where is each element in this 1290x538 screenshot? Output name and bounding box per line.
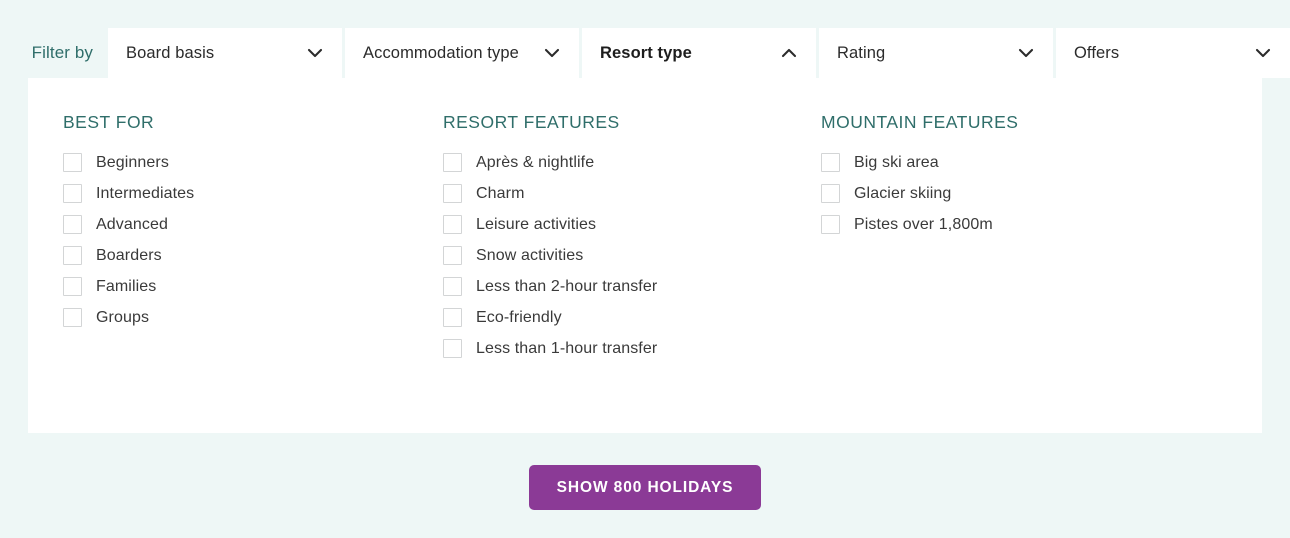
tab-offers[interactable]: Offers xyxy=(1056,28,1290,78)
option-apres-nightlife[interactable]: Après & nightlife xyxy=(443,147,786,178)
checkbox-leisure-activities[interactable] xyxy=(443,215,462,234)
tab-rating[interactable]: Rating xyxy=(819,28,1053,78)
checkbox-glacier-skiing[interactable] xyxy=(821,184,840,203)
option-list-best-for: Beginners Intermediates Advanced Boarder… xyxy=(63,147,408,333)
cta-container: SHOW 800 HOLIDAYS xyxy=(0,465,1290,510)
show-holidays-button[interactable]: SHOW 800 HOLIDAYS xyxy=(529,465,761,510)
option-snow-activities-label: Snow activities xyxy=(476,246,584,264)
option-less-than-1-hour-transfer[interactable]: Less than 1-hour transfer xyxy=(443,333,786,364)
checkbox-boarders[interactable] xyxy=(63,246,82,265)
tab-board-basis-label: Board basis xyxy=(126,43,215,62)
column-heading-resort-features: RESORT FEATURES xyxy=(443,112,620,132)
column-heading-best-for: BEST FOR xyxy=(63,112,155,132)
option-less-than-2-hour-transfer-label: Less than 2-hour transfer xyxy=(476,277,658,295)
checkbox-apres-nightlife[interactable] xyxy=(443,153,462,172)
option-big-ski-area-label: Big ski area xyxy=(854,153,939,171)
checkbox-beginners[interactable] xyxy=(63,153,82,172)
option-charm-label: Charm xyxy=(476,184,525,202)
checkbox-charm[interactable] xyxy=(443,184,462,203)
option-less-than-2-hour-transfer[interactable]: Less than 2-hour transfer xyxy=(443,271,786,302)
option-apres-nightlife-label: Après & nightlife xyxy=(476,153,595,171)
option-glacier-skiing-label: Glacier skiing xyxy=(854,184,952,202)
option-families-label: Families xyxy=(96,277,157,295)
checkbox-groups[interactable] xyxy=(63,308,82,327)
option-families[interactable]: Families xyxy=(63,271,408,302)
column-heading-mountain-features: MOUNTAIN FEATURES xyxy=(821,112,1019,132)
tab-offers-label: Offers xyxy=(1074,43,1120,62)
option-advanced[interactable]: Advanced xyxy=(63,209,408,240)
option-pistes-over-1800m[interactable]: Pistes over 1,800m xyxy=(821,209,1186,240)
chevron-down-icon xyxy=(1253,43,1273,63)
filter-page: Filter by Board basis Accommodation type… xyxy=(0,0,1290,538)
checkbox-less-than-1-hour-transfer[interactable] xyxy=(443,339,462,358)
tab-resort-type-label: Resort type xyxy=(600,43,692,62)
option-boarders-label: Boarders xyxy=(96,246,162,264)
tab-accommodation-type-label: Accommodation type xyxy=(363,43,519,62)
option-beginners[interactable]: Beginners xyxy=(63,147,408,178)
option-list-mountain-features: Big ski area Glacier skiing Pistes over … xyxy=(821,147,1186,240)
tab-rating-label: Rating xyxy=(837,43,886,62)
checkbox-pistes-over-1800m[interactable] xyxy=(821,215,840,234)
filter-columns: BEST FOR Beginners Intermediates Advance… xyxy=(28,112,1262,364)
option-eco-friendly-label: Eco-friendly xyxy=(476,308,562,326)
option-charm[interactable]: Charm xyxy=(443,178,786,209)
option-intermediates-label: Intermediates xyxy=(96,184,195,202)
filter-column-resort-features: RESORT FEATURES Après & nightlife Charm … xyxy=(408,112,786,364)
checkbox-eco-friendly[interactable] xyxy=(443,308,462,327)
chevron-up-icon xyxy=(779,43,799,63)
option-glacier-skiing[interactable]: Glacier skiing xyxy=(821,178,1186,209)
filter-by-label: Filter by xyxy=(31,43,93,62)
checkbox-intermediates[interactable] xyxy=(63,184,82,203)
option-less-than-1-hour-transfer-label: Less than 1-hour transfer xyxy=(476,339,658,357)
filter-column-mountain-features: MOUNTAIN FEATURES Big ski area Glacier s… xyxy=(786,112,1186,240)
checkbox-snow-activities[interactable] xyxy=(443,246,462,265)
option-groups-label: Groups xyxy=(96,308,150,326)
option-advanced-label: Advanced xyxy=(96,215,168,233)
option-snow-activities[interactable]: Snow activities xyxy=(443,240,786,271)
option-pistes-over-1800m-label: Pistes over 1,800m xyxy=(854,215,993,233)
option-list-resort-features: Après & nightlife Charm Leisure activiti… xyxy=(443,147,786,364)
tab-accommodation-type[interactable]: Accommodation type xyxy=(345,28,579,78)
option-leisure-activities[interactable]: Leisure activities xyxy=(443,209,786,240)
option-big-ski-area[interactable]: Big ski area xyxy=(821,147,1186,178)
chevron-down-icon xyxy=(542,43,562,63)
filter-tabs: Board basis Accommodation type Resort ty… xyxy=(108,28,1290,78)
checkbox-advanced[interactable] xyxy=(63,215,82,234)
filter-bar: Filter by Board basis Accommodation type… xyxy=(0,28,1290,78)
checkbox-big-ski-area[interactable] xyxy=(821,153,840,172)
checkbox-families[interactable] xyxy=(63,277,82,296)
filter-column-best-for: BEST FOR Beginners Intermediates Advance… xyxy=(28,112,408,333)
resort-type-panel: BEST FOR Beginners Intermediates Advance… xyxy=(28,78,1262,433)
option-boarders[interactable]: Boarders xyxy=(63,240,408,271)
checkbox-less-than-2-hour-transfer[interactable] xyxy=(443,277,462,296)
tab-resort-type[interactable]: Resort type xyxy=(582,28,816,78)
tab-board-basis[interactable]: Board basis xyxy=(108,28,342,78)
option-beginners-label: Beginners xyxy=(96,153,169,171)
option-groups[interactable]: Groups xyxy=(63,302,408,333)
chevron-down-icon xyxy=(305,43,325,63)
option-eco-friendly[interactable]: Eco-friendly xyxy=(443,302,786,333)
chevron-down-icon xyxy=(1016,43,1036,63)
option-intermediates[interactable]: Intermediates xyxy=(63,178,408,209)
option-leisure-activities-label: Leisure activities xyxy=(476,215,597,233)
